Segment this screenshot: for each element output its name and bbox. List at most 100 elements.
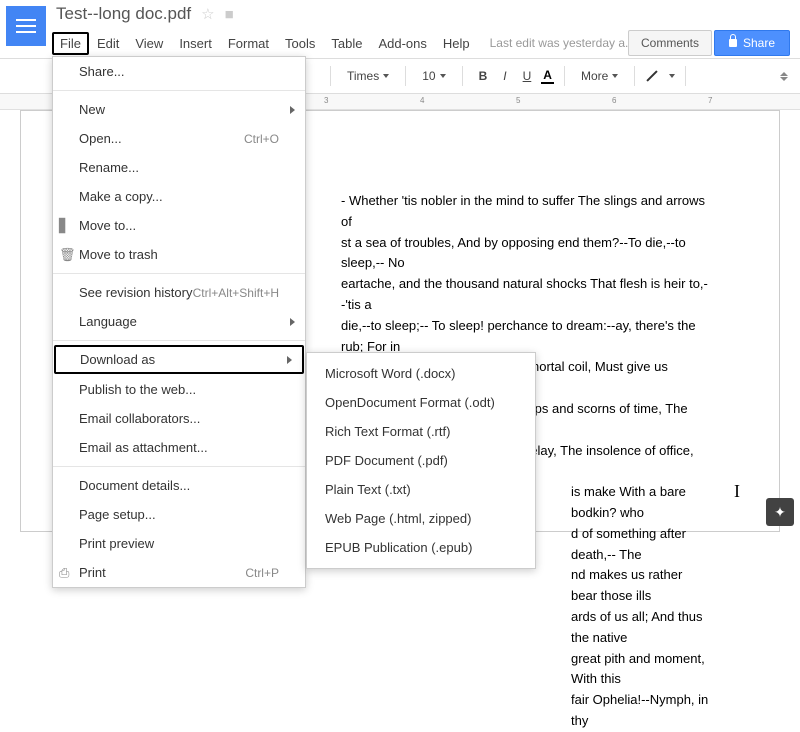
document-title[interactable]: Test--long doc.pdf [56, 4, 191, 24]
shortcut-text: Ctrl+Alt+Shift+H [193, 286, 279, 300]
menu-separator [53, 466, 305, 467]
lock-icon [729, 39, 737, 47]
menu-table[interactable]: Table [323, 32, 370, 55]
ruler-num: 4 [420, 96, 424, 105]
more-label: More [581, 69, 608, 83]
menu-label: Email collaborators... [79, 411, 200, 426]
menu-view[interactable]: View [127, 32, 171, 55]
menu-label: Download as [80, 352, 155, 367]
download-html[interactable]: Web Page (.html, zipped) [307, 504, 535, 533]
menu-label: Document details... [79, 478, 190, 493]
font-size: 10 [422, 69, 435, 83]
download-odt[interactable]: OpenDocument Format (.odt) [307, 388, 535, 417]
download-as-submenu: Microsoft Word (.docx) OpenDocument Form… [306, 352, 536, 569]
menu-publish-web[interactable]: Publish to the web... [53, 375, 305, 404]
menu-language[interactable]: Language [53, 307, 305, 336]
download-rtf[interactable]: Rich Text Format (.rtf) [307, 417, 535, 446]
chevron-down-icon [383, 74, 389, 78]
menu-open[interactable]: Open...Ctrl+O [53, 124, 305, 153]
shortcut-text: Ctrl+P [245, 566, 279, 580]
text-line: nd makes us rather bear those ills [341, 565, 709, 607]
titlebar: Test--long doc.pdf ☆ ■ [0, 0, 800, 28]
share-button[interactable]: Share [714, 30, 790, 56]
menu-label: Share... [79, 64, 125, 79]
menu-label: New [79, 102, 105, 117]
menu-separator [53, 340, 305, 341]
menu-rename[interactable]: Rename... [53, 153, 305, 182]
more-button[interactable]: More [575, 66, 624, 86]
menu-label: Print preview [79, 536, 154, 551]
download-txt[interactable]: Plain Text (.txt) [307, 475, 535, 504]
trash-icon: 🗑 [59, 247, 76, 263]
italic-button[interactable]: I [497, 66, 512, 86]
menu-download-as[interactable]: Download as [54, 345, 304, 374]
chevron-down-icon [440, 74, 446, 78]
menu-move-trash[interactable]: 🗑Move to trash [53, 240, 305, 269]
chevron-down-icon [669, 74, 675, 78]
ruler-num: 6 [612, 96, 616, 105]
fontsize-select[interactable]: 10 [416, 66, 451, 86]
menu-label: Page setup... [79, 507, 156, 522]
menu-label: Publish to the web... [79, 382, 196, 397]
download-pdf[interactable]: PDF Document (.pdf) [307, 446, 535, 475]
menu-file[interactable]: File [52, 32, 89, 55]
menu-label: Email as attachment... [79, 440, 208, 455]
menu-new[interactable]: New [53, 95, 305, 124]
menu-separator [53, 90, 305, 91]
menu-format[interactable]: Format [220, 32, 277, 55]
menu-edit[interactable]: Edit [89, 32, 127, 55]
menu-addons[interactable]: Add-ons [370, 32, 434, 55]
share-label: Share [743, 36, 775, 50]
menu-doc-details[interactable]: Document details... [53, 471, 305, 500]
submenu-arrow-icon [287, 356, 292, 364]
submenu-arrow-icon [290, 318, 295, 326]
explore-button[interactable]: ✦ [766, 498, 794, 526]
comments-button[interactable]: Comments [628, 30, 712, 56]
menu-tools[interactable]: Tools [277, 32, 323, 55]
menu-label: Move to... [79, 218, 136, 233]
menu-label: Language [79, 314, 137, 329]
menu-help[interactable]: Help [435, 32, 478, 55]
font-select[interactable]: Times [341, 66, 395, 86]
text-line: ards of us all; And thus the native [341, 607, 709, 649]
menu-print[interactable]: ⎙PrintCtrl+P [53, 558, 305, 587]
menu-separator [53, 273, 305, 274]
bold-button[interactable]: B [473, 66, 494, 86]
menu-print-preview[interactable]: Print preview [53, 529, 305, 558]
last-edit-text[interactable]: Last edit was yesterday a... [490, 36, 635, 50]
menu-email-collab[interactable]: Email collaborators... [53, 404, 305, 433]
chevron-down-icon [612, 74, 618, 78]
menubar: File Edit View Insert Format Tools Table… [0, 28, 800, 58]
menu-label: Open... [79, 131, 122, 146]
menu-label: Print [79, 565, 106, 580]
menu-label: See revision history [79, 285, 192, 300]
underline-button[interactable]: U [517, 66, 538, 86]
menu-email-attach[interactable]: Email as attachment... [53, 433, 305, 462]
menu-make-copy[interactable]: Make a copy... [53, 182, 305, 211]
text-line: great pith and moment, With this [341, 649, 709, 691]
text-cursor-icon: I [734, 481, 740, 502]
download-docx[interactable]: Microsoft Word (.docx) [307, 359, 535, 388]
menu-move-to[interactable]: ▋ Move to... [53, 211, 305, 240]
menu-label: Move to trash [79, 247, 158, 262]
collapse-toolbar-button[interactable] [780, 72, 788, 81]
font-name: Times [347, 69, 379, 83]
menu-label: Make a copy... [79, 189, 163, 204]
menu-revision-history[interactable]: See revision historyCtrl+Alt+Shift+H [53, 278, 305, 307]
menu-label: Rename... [79, 160, 139, 175]
folder-icon: ▋ [59, 218, 69, 234]
file-menu-dropdown: Share... New Open...Ctrl+O Rename... Mak… [52, 56, 306, 588]
text-line: eartache, and the thousand natural shock… [341, 274, 709, 316]
ruler-num: 3 [324, 96, 328, 105]
menu-page-setup[interactable]: Page setup... [53, 500, 305, 529]
text-line: fair Ophelia!--Nymph, in thy [341, 690, 709, 732]
text-color-button[interactable]: A [541, 68, 554, 84]
text-line: st a sea of troubles, And by opposing en… [341, 233, 709, 275]
download-epub[interactable]: EPUB Publication (.epub) [307, 533, 535, 562]
star-icon[interactable]: ☆ [201, 5, 214, 23]
editing-mode-icon[interactable] [647, 70, 658, 81]
menu-share[interactable]: Share... [53, 57, 305, 86]
menu-insert[interactable]: Insert [171, 32, 220, 55]
folder-icon[interactable]: ■ [225, 6, 234, 23]
ruler-num: 7 [708, 96, 712, 105]
